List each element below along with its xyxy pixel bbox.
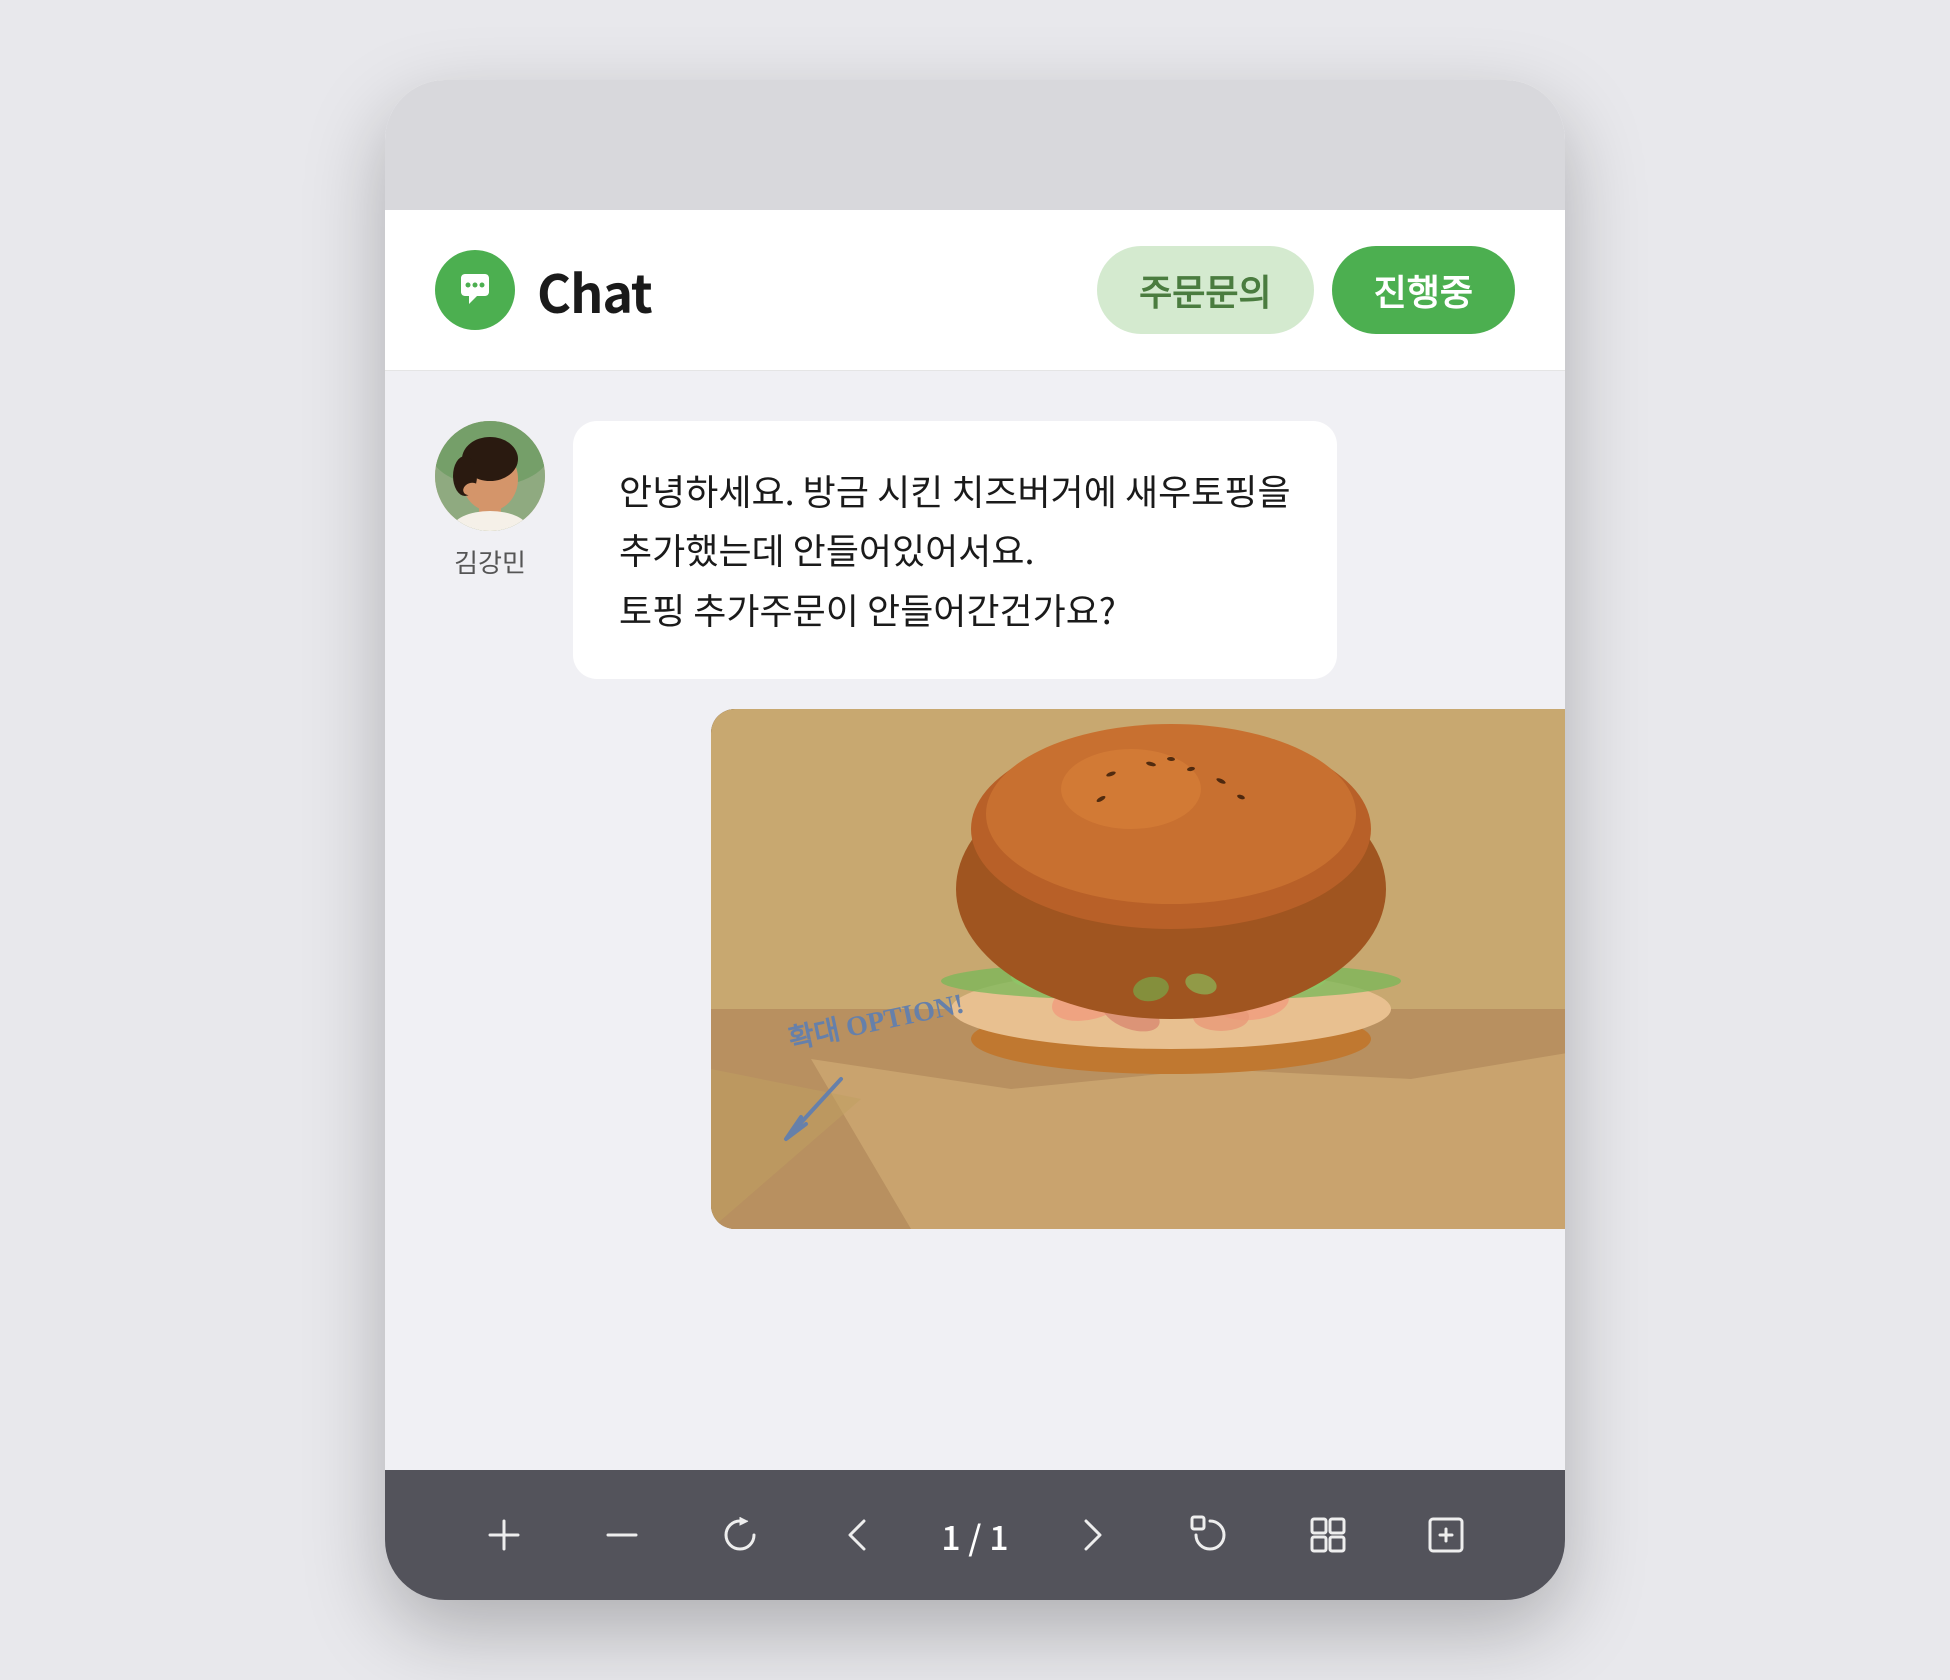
layout-button[interactable] (1293, 1500, 1363, 1570)
minus-icon (598, 1511, 646, 1559)
fit-button[interactable] (1411, 1500, 1481, 1570)
zoom-out-button[interactable] (587, 1500, 657, 1570)
rotate-button[interactable] (1175, 1500, 1245, 1570)
next-page-button[interactable] (1057, 1500, 1127, 1570)
order-inquiry-button[interactable]: 주문문의 (1097, 246, 1313, 334)
avatar (435, 421, 545, 531)
next-icon (1068, 1511, 1116, 1559)
header: Chat 주문문의 진행중 (385, 210, 1565, 371)
device-frame: Chat 주문문의 진행중 (385, 80, 1565, 1600)
layout-icon (1304, 1511, 1352, 1559)
top-bar (385, 80, 1565, 210)
avatar-image (435, 421, 545, 531)
message-text-line1: 안녕하세요. 방금 시킨 치즈버거에 새우토핑을 (619, 461, 1291, 520)
burger-svg (711, 709, 1565, 1229)
zoom-in-button[interactable] (469, 1500, 539, 1570)
image-container[interactable]: 확대 OPTION! (573, 709, 1515, 1229)
sender-name: 김강민 (454, 543, 526, 580)
header-buttons: 주문문의 진행중 (1097, 246, 1515, 334)
chat-icon-circle (435, 250, 515, 330)
plus-icon (480, 1511, 528, 1559)
chat-content: 김강민 안녕하세요. 방금 시킨 치즈버거에 새우토핑을 추가했는데 안들어있어… (385, 371, 1565, 1470)
prev-page-button[interactable] (823, 1500, 893, 1570)
message-row: 김강민 안녕하세요. 방금 시킨 치즈버거에 새우토핑을 추가했는데 안들어있어… (435, 421, 1515, 679)
in-progress-button[interactable]: 진행중 (1332, 246, 1515, 334)
prev-icon (834, 1511, 882, 1559)
bottom-toolbar: 1 / 1 (385, 1470, 1565, 1600)
header-left: Chat (435, 250, 652, 330)
rotate-icon (1186, 1511, 1234, 1559)
message-bubble: 안녕하세요. 방금 시킨 치즈버거에 새우토핑을 추가했는데 안들어있어서요. … (573, 421, 1337, 679)
message-text-line2: 추가했는데 안들어있어서요. (619, 520, 1291, 579)
page-info: 1 / 1 (941, 1511, 1008, 1560)
message-text-line3: 토핑 추가주문이 안들어간건가요? (619, 580, 1291, 639)
refresh-icon (716, 1511, 764, 1559)
burger-image: 확대 OPTION! (711, 709, 1565, 1229)
avatar-col: 김강민 (435, 421, 545, 580)
header-title: Chat (537, 253, 652, 328)
refresh-button[interactable] (705, 1500, 775, 1570)
chat-bubble-icon (453, 268, 497, 312)
fit-icon (1422, 1511, 1470, 1559)
